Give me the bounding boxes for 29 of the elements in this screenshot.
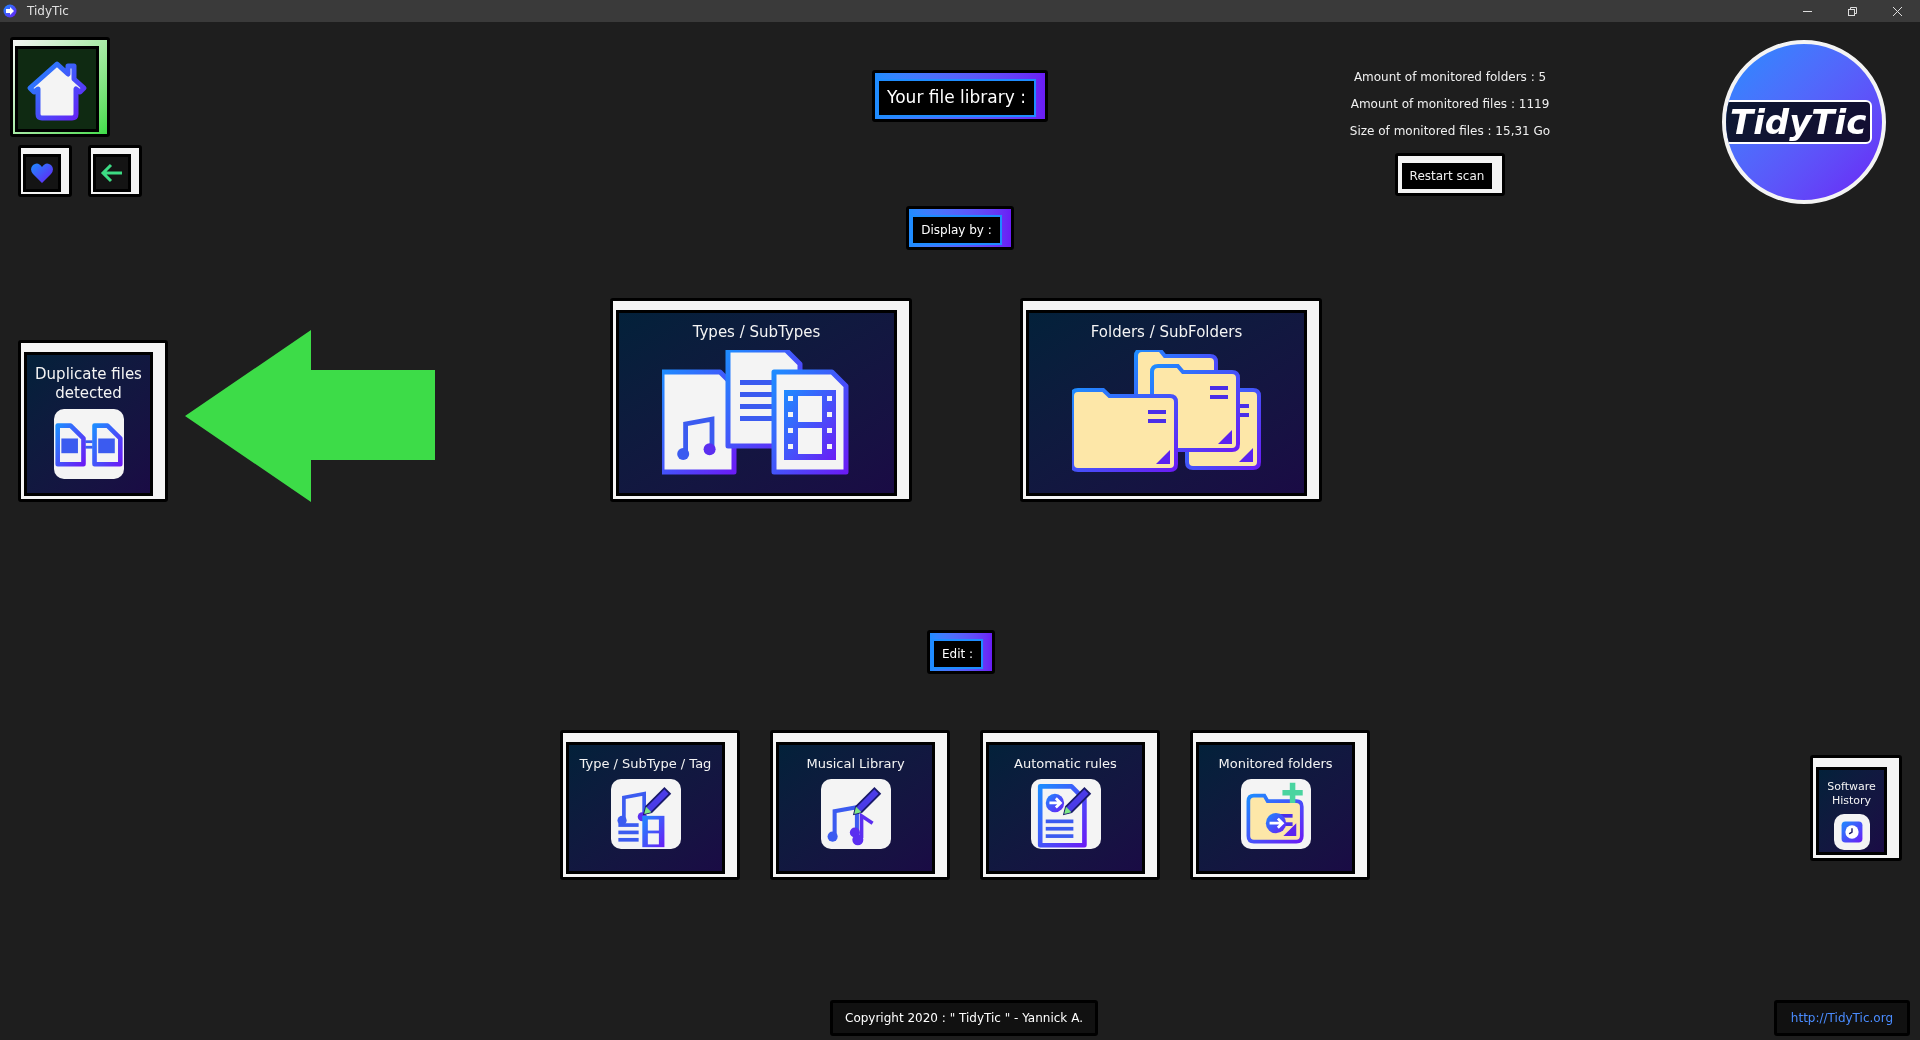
back-button[interactable]: [88, 145, 142, 197]
stat-text: Amount of monitored folders : 5: [1353, 69, 1547, 86]
left-arrow-icon: [185, 330, 435, 502]
website-link[interactable]: http://TidyTic.org: [1773, 1000, 1910, 1036]
favorites-button[interactable]: [18, 145, 72, 197]
duplicate-files-card[interactable]: Duplicate files detected: [18, 340, 168, 502]
edit-label: Edit :: [926, 630, 996, 674]
restore-icon: [1847, 5, 1858, 17]
folders-view-card[interactable]: Folders / SubFolders: [1020, 298, 1322, 502]
stat-text: Amount of monitored files : 1119: [1350, 96, 1550, 113]
folders-icon: [1071, 350, 1262, 475]
stat-text: Size of monitored files : 15,31 Go: [1349, 123, 1551, 140]
restart-scan-button[interactable]: Restart scan: [1394, 153, 1506, 196]
copyright-text: Copyright 2020 : " TidyTic " - Yannick A.: [830, 1000, 1098, 1036]
window-title: TidyTic: [27, 3, 69, 20]
back-arrow-icon: [100, 163, 124, 183]
tags-edit-card[interactable]: Type / SubType / Tag: [560, 730, 740, 880]
display-by-label: Display by :: [906, 205, 1014, 250]
tidytic-logo: TidyTic: [1722, 40, 1886, 204]
home-button[interactable]: [10, 37, 110, 137]
close-icon: [1892, 5, 1903, 17]
library-title: Your file library :: [872, 70, 1048, 122]
music-edit-card[interactable]: Musical Library: [770, 730, 950, 880]
rules-edit-card[interactable]: Automatic rules: [980, 730, 1160, 880]
software-history-card[interactable]: Software History: [1810, 755, 1902, 861]
types-view-card[interactable]: Types / SubTypes: [610, 298, 912, 502]
monitored-edit-card[interactable]: Monitored folders: [1190, 730, 1370, 880]
heart-icon: [30, 162, 54, 184]
app-logo-icon: [3, 4, 17, 18]
